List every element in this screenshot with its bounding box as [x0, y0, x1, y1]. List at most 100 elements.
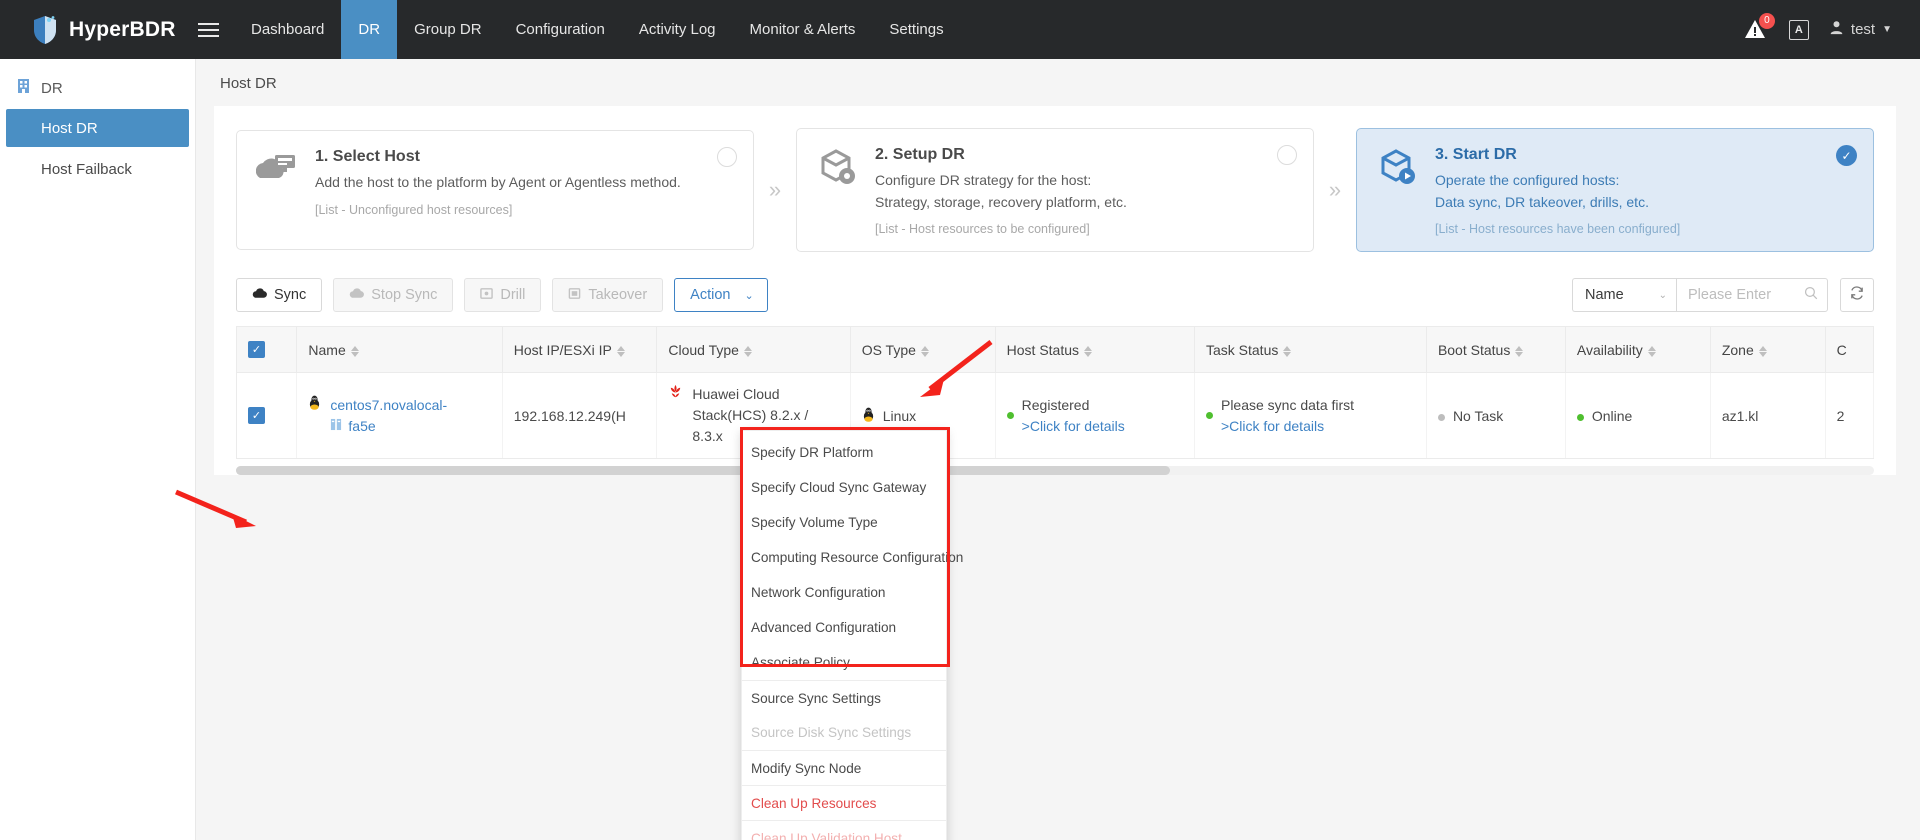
menu-item-computing-resource-configuration[interactable]: Computing Resource Configuration	[742, 540, 963, 575]
col-os-type[interactable]: OS Type	[850, 326, 996, 374]
alert-bell-icon[interactable]: 0	[1743, 12, 1775, 43]
table-row[interactable]: ✓ centos7.novalocal- fa5e 192.168.12.249…	[235, 372, 1875, 460]
refresh-button[interactable]	[1840, 278, 1874, 313]
nav-item-dr[interactable]: DR	[341, 0, 398, 59]
sidebar: DR Host DR Host Failback	[0, 59, 196, 840]
sidebar-group-dr: DR	[0, 70, 195, 106]
building-icon	[16, 78, 31, 98]
server-rack-icon	[330, 416, 342, 437]
col-zone-label: Zone	[1721, 341, 1754, 358]
step-chevron-icon-2: »	[1328, 177, 1342, 203]
hyperbdr-shield-icon	[32, 15, 58, 45]
drill-button[interactable]: Drill	[464, 278, 542, 313]
user-menu[interactable]: test ▼	[1829, 20, 1892, 39]
cloud-type-line1: Huawei Cloud	[692, 386, 780, 403]
step-note: [List - Unconfigured host resources]	[315, 202, 513, 217]
sync-button[interactable]: Sync	[236, 278, 323, 313]
page-body: DR Host DR Host Failback Host DR 1. Sele…	[0, 59, 1920, 840]
menu-item-modify-sync-node[interactable]: Modify Sync Node	[742, 750, 946, 785]
search-box[interactable]	[1676, 278, 1828, 313]
step-card-select-host[interactable]: 1. Select Host Add the host to the platf…	[236, 130, 754, 251]
nav-item-settings[interactable]: Settings	[872, 0, 960, 59]
step-note: [List - Host resources to be configured]	[875, 222, 1090, 237]
alert-count-badge: 0	[1758, 12, 1775, 29]
row-checkbox[interactable]: ✓	[248, 407, 265, 425]
sort-icon[interactable]	[350, 345, 359, 357]
host-name-link-line2[interactable]: fa5e	[348, 416, 375, 437]
status-dot-green	[1576, 413, 1584, 421]
step-note: [List - Host resources have been configu…	[1435, 222, 1681, 237]
chevron-down-icon: ▼	[1882, 24, 1892, 35]
sort-icon[interactable]	[920, 345, 929, 357]
sort-icon[interactable]	[616, 345, 625, 357]
search-icon[interactable]	[1804, 286, 1818, 305]
takeover-button-label: Takeover	[588, 287, 648, 304]
select-all-checkbox[interactable]: ✓	[248, 341, 265, 359]
scrollbar-thumb[interactable]	[236, 466, 1170, 476]
step-desc-line1: Operate the configured hosts:	[1435, 172, 1620, 188]
col-host-ip[interactable]: Host IP/ESXi IP	[502, 326, 658, 374]
stop-sync-button[interactable]: Stop Sync	[333, 278, 454, 313]
table-toolbar: Sync Stop Sync Drill Takeover Action ⌄ N…	[214, 278, 1896, 326]
col-zone[interactable]: Zone	[1710, 326, 1826, 374]
action-dropdown-button[interactable]: Action ⌄	[674, 278, 768, 313]
language-switch-icon[interactable]: A	[1788, 19, 1809, 40]
brand-logo-area[interactable]: HyperBDR	[0, 15, 182, 45]
takeover-button[interactable]: Takeover	[552, 278, 664, 313]
hamburger-icon[interactable]	[182, 0, 234, 59]
menu-item-associate-policy[interactable]: Associate Policy	[742, 645, 946, 680]
linux-penguin-icon	[862, 407, 875, 425]
step-card-setup-dr[interactable]: 2. Setup DR Configure DR strategy for th…	[796, 128, 1314, 253]
col-truncated[interactable]: C	[1825, 326, 1875, 374]
refresh-icon	[1849, 285, 1865, 306]
col-task-status[interactable]: Task Status	[1194, 326, 1427, 374]
sort-icon[interactable]	[1758, 345, 1767, 357]
brand-name: HyperBDR	[69, 17, 176, 41]
col-host-status[interactable]: Host Status	[995, 326, 1195, 374]
menu-item-advanced-configuration[interactable]: Advanced Configuration	[742, 610, 946, 645]
cell-host-status: Registered >Click for details	[995, 372, 1195, 460]
step-desc-line1: Add the host to the platform by Agent or…	[315, 174, 681, 191]
step-select-radio[interactable]	[1277, 145, 1297, 165]
menu-item-network-configuration[interactable]: Network Configuration	[742, 575, 946, 610]
drill-icon	[480, 287, 494, 304]
filter-field-select[interactable]: Name ⌄	[1572, 278, 1676, 313]
step-desc-line1: Configure DR strategy for the host:	[875, 172, 1092, 188]
sort-icon[interactable]	[1647, 345, 1656, 357]
sidebar-item-host-failback[interactable]: Host Failback	[6, 150, 189, 188]
step-completed-check-icon[interactable]: ✓	[1836, 145, 1857, 166]
task-status-label: Please sync data first	[1220, 396, 1355, 413]
boot-status-label: No Task	[1452, 407, 1504, 424]
nav-item-dashboard[interactable]: Dashboard	[234, 0, 341, 59]
col-availability[interactable]: Availability	[1565, 326, 1711, 374]
sync-button-label: Sync	[274, 287, 307, 304]
action-button-label: Action	[690, 287, 731, 304]
host-status-details-link[interactable]: >Click for details	[1022, 418, 1125, 434]
task-status-details-link[interactable]: >Click for details	[1221, 418, 1324, 434]
breadcrumb: Host DR	[220, 75, 277, 92]
menu-item-specify-cloud-sync-gateway[interactable]: Specify Cloud Sync Gateway	[742, 470, 946, 505]
menu-item-specify-volume-type[interactable]: Specify Volume Type	[742, 505, 946, 540]
select-all-header: ✓	[235, 326, 298, 374]
sidebar-item-host-dr[interactable]: Host DR	[6, 109, 189, 147]
nav-item-group-dr[interactable]: Group DR	[397, 0, 499, 59]
nav-item-monitor-alerts[interactable]: Monitor & Alerts	[733, 0, 873, 59]
sort-icon[interactable]	[1084, 345, 1093, 357]
host-name-link[interactable]: centos7.novalocal-	[330, 397, 447, 413]
sort-icon[interactable]	[743, 345, 752, 357]
nav-item-activity-log[interactable]: Activity Log	[622, 0, 733, 59]
table-horizontal-scrollbar[interactable]	[236, 466, 1874, 476]
menu-item-clean-up-resources[interactable]: Clean Up Resources	[742, 785, 946, 820]
step-title: 3. Start DR	[1435, 146, 1517, 163]
sort-icon[interactable]	[1515, 345, 1524, 357]
search-input[interactable]	[1688, 287, 1798, 304]
sort-icon[interactable]	[1283, 345, 1292, 357]
col-name[interactable]: Name	[296, 326, 503, 374]
col-cloud-type[interactable]: Cloud Type	[656, 326, 851, 374]
step-card-start-dr[interactable]: 3. Start DR Operate the configured hosts…	[1356, 128, 1874, 253]
col-boot-status[interactable]: Boot Status	[1426, 326, 1566, 374]
menu-item-specify-dr-platform[interactable]: Specify DR Platform	[742, 435, 946, 470]
status-dot-green	[1006, 412, 1014, 420]
nav-item-configuration[interactable]: Configuration	[499, 0, 622, 59]
menu-item-source-sync-settings[interactable]: Source Sync Settings	[742, 680, 946, 715]
